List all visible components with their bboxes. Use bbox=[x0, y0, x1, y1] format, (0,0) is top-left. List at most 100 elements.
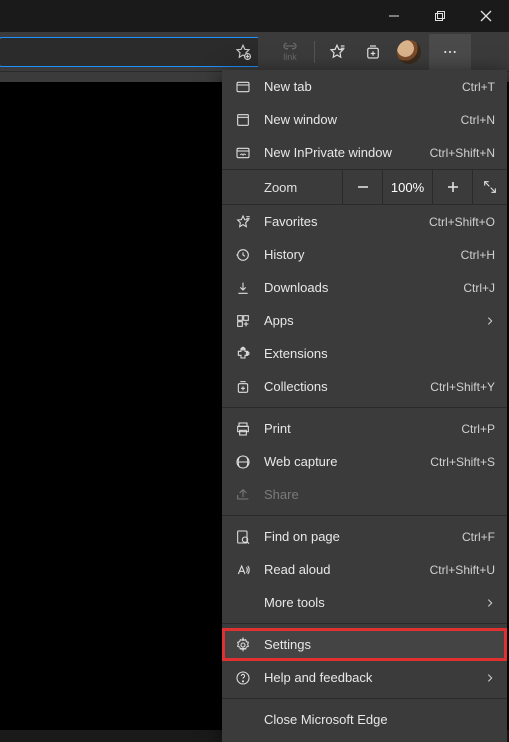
menu-read-aloud[interactable]: Read aloud Ctrl+Shift+U bbox=[222, 553, 507, 586]
menu-separator bbox=[222, 515, 507, 516]
gear-icon bbox=[234, 636, 252, 654]
ellipsis-icon bbox=[442, 44, 458, 60]
close-icon bbox=[480, 10, 492, 22]
browser-toolbar: link bbox=[0, 32, 509, 72]
avatar bbox=[397, 40, 421, 64]
menu-label: Print bbox=[264, 421, 449, 436]
new-tab-icon bbox=[234, 78, 252, 96]
menu-settings[interactable]: Settings bbox=[222, 628, 507, 661]
star-icon bbox=[328, 43, 346, 61]
apps-icon bbox=[234, 312, 252, 330]
menu-shortcut: Ctrl+N bbox=[461, 113, 495, 127]
minimize-button[interactable] bbox=[371, 0, 417, 32]
zoom-value: 100% bbox=[382, 170, 432, 204]
menu-label: Extensions bbox=[264, 346, 495, 361]
menu-history[interactable]: History Ctrl+H bbox=[222, 238, 507, 271]
zoom-label: Zoom bbox=[222, 170, 342, 204]
menu-label: Favorites bbox=[264, 214, 417, 229]
zoom-in-button[interactable] bbox=[432, 170, 472, 204]
menu-shortcut: Ctrl+J bbox=[463, 281, 495, 295]
menu-shortcut: Ctrl+Shift+U bbox=[430, 563, 495, 577]
menu-label: Help and feedback bbox=[264, 670, 473, 685]
profile-button[interactable] bbox=[391, 34, 427, 70]
menu-shortcut: Ctrl+H bbox=[461, 248, 495, 262]
settings-and-more-button[interactable] bbox=[429, 34, 471, 70]
history-icon bbox=[234, 246, 252, 264]
fullscreen-button[interactable] bbox=[472, 170, 507, 204]
menu-print[interactable]: Print Ctrl+P bbox=[222, 412, 507, 445]
menu-extensions[interactable]: Extensions bbox=[222, 337, 507, 370]
menu-close-edge[interactable]: Close Microsoft Edge bbox=[222, 703, 507, 736]
menu-label: More tools bbox=[264, 595, 473, 610]
inprivate-icon bbox=[234, 144, 252, 162]
print-icon bbox=[234, 420, 252, 438]
menu-new-tab[interactable]: New tab Ctrl+T bbox=[222, 70, 507, 103]
menu-favorites[interactable]: Favorites Ctrl+Shift+O bbox=[222, 205, 507, 238]
collections-icon bbox=[234, 378, 252, 396]
chevron-right-icon bbox=[485, 673, 495, 683]
menu-separator bbox=[222, 623, 507, 624]
menu-new-window[interactable]: New window Ctrl+N bbox=[222, 103, 507, 136]
chevron-right-icon bbox=[485, 598, 495, 608]
favorites-button[interactable] bbox=[319, 34, 355, 70]
menu-shortcut: Ctrl+F bbox=[462, 530, 495, 544]
menu-web-capture[interactable]: Web capture Ctrl+Shift+S bbox=[222, 445, 507, 478]
link-icon bbox=[282, 41, 298, 51]
menu-apps[interactable]: Apps bbox=[222, 304, 507, 337]
menu-label: New tab bbox=[264, 79, 450, 94]
maximize-button[interactable] bbox=[417, 0, 463, 32]
menu-label: Find on page bbox=[264, 529, 450, 544]
menu-new-inprivate[interactable]: New InPrivate window Ctrl+Shift+N bbox=[222, 136, 507, 169]
menu-collections[interactable]: Collections Ctrl+Shift+Y bbox=[222, 370, 507, 403]
add-favorite-icon[interactable] bbox=[234, 43, 252, 61]
menu-label: Downloads bbox=[264, 280, 451, 295]
settings-menu: New tab Ctrl+T New window Ctrl+N New InP… bbox=[222, 70, 507, 742]
plus-icon bbox=[446, 180, 460, 194]
send-link-button: link bbox=[270, 41, 310, 62]
menu-downloads[interactable]: Downloads Ctrl+J bbox=[222, 271, 507, 304]
find-icon bbox=[234, 528, 252, 546]
star-icon bbox=[234, 213, 252, 231]
menu-find[interactable]: Find on page Ctrl+F bbox=[222, 520, 507, 553]
menu-more-tools[interactable]: More tools bbox=[222, 586, 507, 619]
menu-label: New InPrivate window bbox=[264, 145, 418, 160]
toolbar-separator bbox=[314, 41, 315, 63]
menu-separator bbox=[222, 407, 507, 408]
minimize-icon bbox=[388, 10, 400, 22]
menu-shortcut: Ctrl+Shift+S bbox=[430, 455, 495, 469]
menu-label: Close Microsoft Edge bbox=[264, 712, 495, 727]
menu-share: Share bbox=[222, 478, 507, 511]
collections-button[interactable] bbox=[355, 34, 391, 70]
close-window-button[interactable] bbox=[463, 0, 509, 32]
extensions-icon bbox=[234, 345, 252, 363]
menu-shortcut: Ctrl+Shift+N bbox=[430, 146, 495, 160]
chevron-right-icon bbox=[485, 316, 495, 326]
download-icon bbox=[234, 279, 252, 297]
menu-label: Web capture bbox=[264, 454, 418, 469]
menu-help[interactable]: Help and feedback bbox=[222, 661, 507, 694]
menu-label: Collections bbox=[264, 379, 418, 394]
fullscreen-icon bbox=[482, 179, 498, 195]
menu-shortcut: Ctrl+P bbox=[461, 422, 495, 436]
menu-shortcut: Ctrl+Shift+O bbox=[429, 215, 495, 229]
read-aloud-icon bbox=[234, 561, 252, 579]
zoom-out-button[interactable] bbox=[342, 170, 382, 204]
maximize-icon bbox=[434, 10, 446, 22]
minus-icon bbox=[356, 180, 370, 194]
menu-label: Read aloud bbox=[264, 562, 418, 577]
menu-shortcut: Ctrl+T bbox=[462, 80, 495, 94]
web-capture-icon bbox=[234, 453, 252, 471]
menu-separator bbox=[222, 698, 507, 699]
share-icon bbox=[234, 486, 252, 504]
new-window-icon bbox=[234, 111, 252, 129]
menu-label: History bbox=[264, 247, 449, 262]
menu-label: Settings bbox=[264, 637, 495, 652]
address-bar[interactable] bbox=[0, 37, 258, 67]
menu-shortcut: Ctrl+Shift+Y bbox=[430, 380, 495, 394]
menu-label: Apps bbox=[264, 313, 473, 328]
collections-icon bbox=[364, 43, 382, 61]
link-label: link bbox=[283, 52, 297, 62]
help-icon bbox=[234, 669, 252, 687]
window-titlebar bbox=[0, 0, 509, 32]
menu-label: New window bbox=[264, 112, 449, 127]
